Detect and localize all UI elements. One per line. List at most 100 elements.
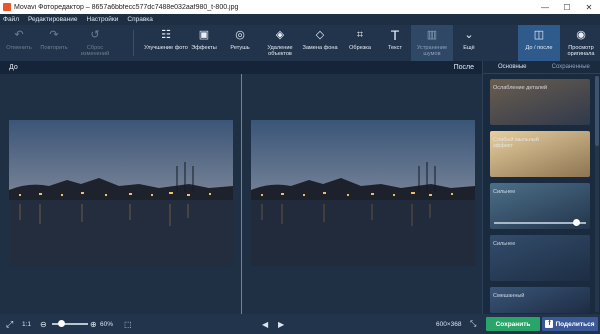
preset-card[interactable]: Сильнее (490, 235, 590, 281)
preset-card[interactable]: Ослабление деталей (490, 79, 590, 125)
zoom-slider[interactable] (52, 314, 88, 334)
preset-label: Сильнее (493, 189, 516, 195)
redo-button[interactable]: ↷ Повторить (36, 25, 72, 61)
reset-button[interactable]: ↺ Сброс изменений (74, 25, 116, 61)
image-size-readout: 600×368 (436, 320, 462, 328)
menu-settings[interactable]: Настройки (87, 16, 119, 23)
fit-actual-size-button[interactable]: 1:1 (22, 314, 31, 334)
zoom-in-icon[interactable]: ⊕ (90, 314, 97, 334)
eye-icon: ◉ (576, 29, 586, 41)
noise-icon: ▥ (426, 29, 438, 41)
resize-icon[interactable]: ⤡ (470, 314, 476, 334)
close-button[interactable]: ✕ (578, 0, 600, 14)
retouch-button[interactable]: ◎ Ретушь (224, 25, 256, 61)
remove-noise-button[interactable]: ▥ Устранение шумов (411, 25, 453, 61)
next-image-icon[interactable]: ▶ (278, 314, 284, 334)
zoom-value: 60% (100, 320, 114, 328)
split-view-icon: ◫ (533, 29, 545, 41)
remove-objects-icon: ◈ (275, 29, 285, 41)
slider-knob[interactable] (573, 219, 581, 226)
remove-noise-label: Устранение шумов (416, 45, 448, 57)
previous-image-icon[interactable]: ◀ (262, 314, 268, 334)
effects-label: Эффекты (191, 45, 217, 51)
text-icon: T (390, 27, 400, 43)
enhance-label: Улучшение фото (144, 45, 188, 51)
enhance-button[interactable]: ☷ Улучшение фото (144, 25, 188, 61)
preset-label: Смешанный (493, 293, 525, 299)
menu-help[interactable]: Справка (127, 16, 153, 23)
preset-card[interactable]: Сильнее (490, 183, 590, 229)
replace-bg-icon: ◇ (315, 29, 325, 41)
before-label: До (9, 64, 18, 71)
preset-card[interactable]: Смешанный (490, 287, 590, 313)
sliders-icon: ☷ (161, 29, 171, 41)
more-label: Ещё (463, 45, 475, 51)
text-button[interactable]: T Текст (380, 25, 410, 61)
reset-label: Сброс изменений (80, 45, 110, 57)
preset-card[interactable]: Слабый мыльный эффект (490, 131, 590, 177)
app-icon (3, 3, 11, 11)
facebook-icon: f (545, 320, 554, 328)
preset-list: Ослабление деталей Слабый мыльный эффект… (490, 79, 590, 319)
retouch-label: Ретушь (230, 45, 250, 51)
crop-icon: ⌗ (356, 29, 364, 41)
redo-icon: ↷ (49, 29, 59, 41)
text-label: Текст (387, 45, 403, 51)
menu-file[interactable]: Файл (3, 16, 19, 23)
preview-original-label: Просмотр оригинала (567, 45, 595, 57)
before-photo (9, 120, 233, 266)
fullscreen-icon[interactable]: ⤢ (6, 314, 13, 334)
replace-bg-label: Замена фона (302, 45, 338, 51)
before-after-button[interactable]: ◫ До / после (518, 25, 560, 61)
more-button[interactable]: ⌄ Ещё (456, 25, 482, 61)
after-label: После (453, 64, 474, 71)
status-bar: ⤢ 1:1 ⊖ ⊕ 60% ⬚ ◀ ▶ 600×368 ⤡ Сохранить … (0, 314, 600, 334)
menu-bar: Файл Редактирование Настройки Справка (0, 14, 600, 25)
presets-panel: Основные Сохраненные Ослабление деталей … (482, 61, 600, 314)
after-photo (251, 120, 475, 266)
crop-button[interactable]: ⌗ Обрезка (343, 25, 377, 61)
menu-edit[interactable]: Редактирование (28, 16, 78, 23)
tab-basic[interactable]: Основные (483, 61, 542, 74)
effects-button[interactable]: ▣ Эффекты (188, 25, 220, 61)
maximize-button[interactable]: ☐ (556, 0, 578, 14)
crop-label: Обрезка (349, 45, 371, 51)
preset-label: Сильнее (493, 241, 516, 247)
before-after-label: До / после (525, 45, 553, 51)
minimize-button[interactable]: — (534, 0, 556, 14)
effects-icon: ▣ (198, 29, 210, 41)
share-button[interactable]: f Поделиться (542, 317, 598, 331)
panel-scrollbar[interactable] (595, 76, 599, 312)
zoom-out-icon[interactable]: ⊖ (40, 314, 47, 334)
toolbar-separator (133, 30, 134, 56)
zoom-track[interactable] (52, 320, 88, 327)
reset-icon: ↺ (90, 29, 100, 41)
compare-divider-handle[interactable] (241, 74, 242, 314)
redo-label: Повторить (40, 45, 68, 51)
preview-original-button[interactable]: ◉ Просмотр оригинала (562, 25, 600, 61)
tab-saved[interactable]: Сохраненные (541, 61, 600, 74)
chevron-down-icon: ⌄ (464, 29, 474, 41)
panel-tabs: Основные Сохраненные (483, 61, 600, 74)
undo-icon: ↶ (14, 29, 24, 41)
hand-icon[interactable]: ⬚ (124, 314, 132, 334)
remove-objects-button[interactable]: ◈ Удаление объектов (260, 25, 300, 61)
zoom-knob[interactable] (57, 320, 65, 327)
app-window: Movavi Фоторедактор – 8657a6bbfecc577dc7… (0, 0, 600, 334)
preset-label: Ослабление деталей (493, 85, 548, 91)
undo-button[interactable]: ↶ Отменить (2, 25, 36, 61)
title-bar: Movavi Фоторедактор – 8657a6bbfecc577dc7… (0, 0, 600, 14)
remove-objects-label: Удаление объектов (267, 45, 293, 57)
undo-label: Отменить (6, 45, 32, 51)
toolbar: ↶ Отменить ↷ Повторить ↺ Сброс изменений… (0, 25, 600, 61)
scrollbar-thumb[interactable] (595, 76, 599, 146)
save-button[interactable]: Сохранить (486, 317, 540, 331)
preset-strength-slider[interactable] (494, 219, 586, 226)
retouch-icon: ◎ (235, 29, 245, 41)
window-title: Movavi Фоторедактор – 8657a6bbfecc577dc7… (14, 3, 239, 11)
compare-canvas[interactable] (0, 74, 482, 314)
compare-header: До После (0, 61, 482, 74)
preset-label: Слабый мыльный эффект (493, 137, 539, 149)
share-label: Поделиться (555, 320, 595, 328)
replace-bg-button[interactable]: ◇ Замена фона (302, 25, 338, 61)
